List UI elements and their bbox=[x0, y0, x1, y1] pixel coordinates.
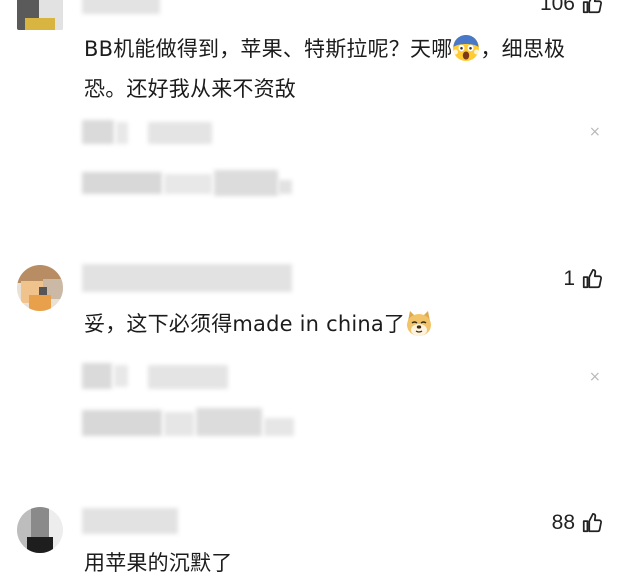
reply-placeholder bbox=[164, 174, 212, 194]
reply-placeholder bbox=[278, 180, 292, 194]
doge-emoji bbox=[405, 309, 433, 347]
comment-text-line: 用苹果的沉默了 bbox=[84, 551, 233, 575]
like-button[interactable]: 1 bbox=[563, 265, 603, 293]
username-blurred[interactable] bbox=[82, 0, 160, 14]
comment-text: 用苹果的沉默了 bbox=[84, 546, 232, 580]
reply-placeholder bbox=[82, 410, 162, 436]
reply-placeholder bbox=[114, 365, 128, 387]
thumbs-up-icon bbox=[582, 512, 602, 533]
like-count: 1 bbox=[563, 267, 575, 290]
reply-placeholder bbox=[264, 418, 294, 436]
comment-text: BB机能做得到，苹果、特斯拉呢？天哪 ，细思极 恐。还好我从来不资敌 bbox=[84, 32, 565, 106]
reply-placeholder bbox=[82, 172, 162, 194]
comment-text-line: ，细思极 bbox=[480, 37, 566, 61]
reply-placeholder bbox=[214, 170, 278, 196]
comment-text-line: BB机能做得到，苹果、特斯拉呢？天哪 bbox=[84, 37, 453, 61]
face-screaming-emoji bbox=[452, 34, 480, 72]
avatar[interactable] bbox=[17, 265, 63, 311]
comment-text-line: 恐。还好我从来不资敌 bbox=[84, 77, 296, 101]
username-blurred[interactable] bbox=[82, 264, 292, 292]
like-button[interactable]: 106 bbox=[540, 0, 603, 18]
thumbs-up-icon bbox=[582, 0, 602, 14]
avatar[interactable] bbox=[17, 507, 63, 553]
reply-placeholder bbox=[82, 120, 114, 144]
comment-text-line: 妥，这下必须得made in china了 bbox=[84, 312, 406, 336]
reply-placeholder bbox=[196, 408, 262, 436]
reply-placeholder bbox=[82, 363, 112, 389]
thumbs-up-icon bbox=[582, 268, 602, 289]
close-icon[interactable]: × bbox=[589, 370, 601, 384]
username-blurred[interactable] bbox=[82, 508, 178, 534]
reply-placeholder bbox=[148, 365, 228, 389]
like-count: 88 bbox=[551, 511, 575, 534]
comment-text: 妥，这下必须得made in china了 bbox=[84, 307, 433, 347]
avatar[interactable] bbox=[17, 0, 63, 30]
reply-placeholder bbox=[164, 412, 194, 436]
reply-placeholder bbox=[148, 122, 212, 144]
like-button[interactable]: 88 bbox=[552, 509, 603, 537]
close-icon[interactable]: × bbox=[589, 125, 601, 139]
reply-placeholder bbox=[116, 122, 128, 144]
like-count: 106 bbox=[539, 0, 575, 15]
